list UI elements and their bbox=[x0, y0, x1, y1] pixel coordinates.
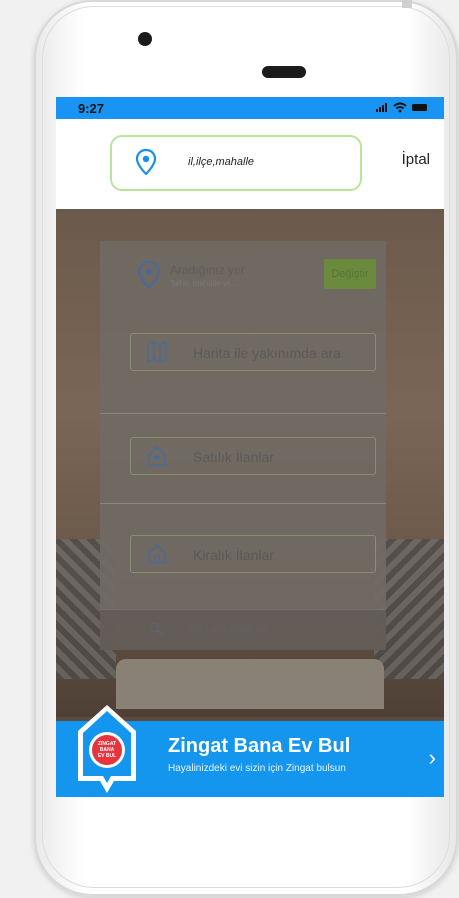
map-icon bbox=[147, 341, 167, 363]
divider bbox=[100, 503, 386, 504]
location-pin-icon bbox=[138, 261, 160, 289]
earpiece-speaker bbox=[262, 66, 306, 78]
banner-title: Zingat Bana Ev Bul bbox=[168, 735, 351, 757]
status-icons bbox=[374, 100, 430, 117]
banner-subtitle: Hayalinizdeki evi sizin için Zingat buls… bbox=[168, 763, 346, 774]
location-pin-icon bbox=[136, 149, 156, 175]
zingat-house-logo: ZINGAT BANA EV BUL bbox=[78, 705, 136, 793]
for-rent-button[interactable]: Kiralık İlanlar bbox=[130, 535, 376, 573]
for-sale-button[interactable]: Satılık İlanlar bbox=[130, 437, 376, 475]
for-sale-label: Satılık İlanlar bbox=[193, 449, 274, 465]
cancel-button[interactable]: İptal bbox=[402, 151, 430, 168]
search-options-card: Aradığınız yer Şehir, mahalle vs... Deği… bbox=[100, 241, 386, 650]
find-home-banner[interactable]: ZINGAT BANA EV BUL Zingat Bana Ev Bul Ha… bbox=[56, 705, 444, 797]
sofa-seat bbox=[116, 659, 384, 709]
divider bbox=[100, 413, 386, 414]
search-header: İptal bbox=[56, 119, 444, 209]
last-search-label: Son aramaya git bbox=[188, 623, 269, 635]
status-bar: 9:27 bbox=[56, 97, 444, 119]
for-rent-label: Kiralık İlanlar bbox=[193, 547, 274, 563]
front-camera bbox=[138, 32, 152, 46]
last-search-button[interactable]: 🔍︎ Son aramaya git bbox=[100, 609, 386, 650]
logo-text-line3: EV BUL bbox=[98, 753, 116, 759]
location-label: Aradığınız yer bbox=[170, 263, 245, 277]
chevron-right-icon[interactable]: › bbox=[429, 745, 436, 771]
screen: 9:27 İptal bbox=[56, 97, 444, 797]
map-search-button[interactable]: Harita ile yakınımda ara bbox=[130, 333, 376, 371]
status-time: 9:27 bbox=[78, 101, 105, 116]
background-photo: Aradığınız yer Şehir, mahalle vs... Deği… bbox=[56, 209, 444, 717]
map-search-label: Harita ile yakınımda ara bbox=[193, 345, 341, 361]
search-icon: 🔍︎ bbox=[148, 622, 165, 637]
search-field[interactable] bbox=[110, 135, 362, 191]
search-input[interactable] bbox=[186, 155, 340, 169]
location-sublabel: Şehir, mahalle vs... bbox=[170, 279, 238, 288]
side-button bbox=[402, 0, 412, 8]
home-heart-icon bbox=[148, 445, 166, 466]
change-location-button[interactable]: Değiştir bbox=[324, 259, 376, 289]
home-icon bbox=[148, 543, 166, 564]
signal-wifi-battery-icon bbox=[376, 102, 427, 113]
